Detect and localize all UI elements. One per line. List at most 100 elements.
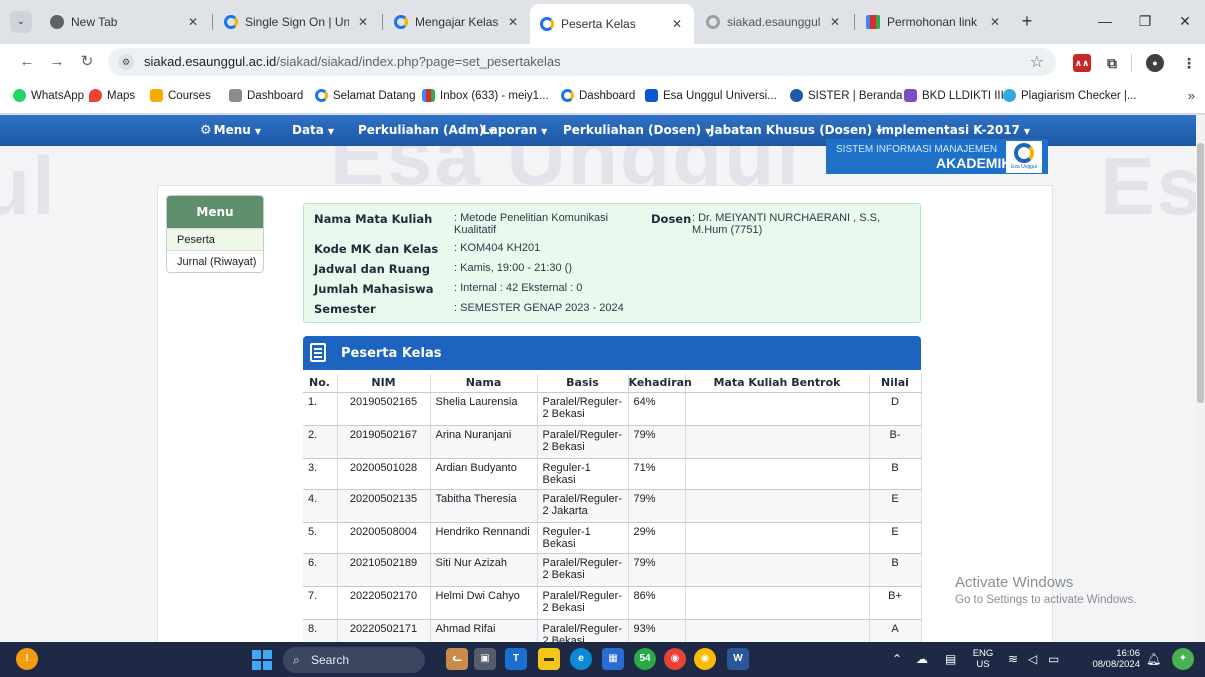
tab-single-sign-on[interactable]: Single Sign On | Unive ✕ (214, 6, 380, 38)
bookmark-esa-unggul[interactable]: Esa Unggul Universi... (645, 89, 777, 102)
close-tab-icon[interactable]: ✕ (670, 17, 684, 31)
site-favicon-icon (224, 15, 238, 29)
reload-icon[interactable]: ↻ (76, 51, 98, 73)
windows-start-icon[interactable] (252, 650, 272, 670)
language-indicator[interactable]: ENG US (970, 648, 996, 670)
cell-nama: Ardian Budyanto (430, 458, 538, 490)
tab-permohonan-link[interactable]: Permohonan link rep ✕ (856, 6, 1012, 38)
bookmark-inbox[interactable]: Inbox (633) - meiy1... (422, 89, 549, 102)
tab-mengajar-kelas[interactable]: Mengajar Kelas ✕ (384, 6, 530, 38)
bookmark-dashboard-2[interactable]: Dashboard (561, 89, 635, 102)
bookmark-courses[interactable]: Courses (150, 89, 211, 102)
task-view-icon[interactable]: ▣ (474, 648, 496, 670)
wifi-icon[interactable]: ≋ (1008, 652, 1018, 666)
close-tab-icon[interactable]: ✕ (356, 15, 370, 29)
restore-icon[interactable]: ❐ (1125, 8, 1165, 34)
bookmark-dashboard[interactable]: Dashboard (229, 89, 303, 102)
chrome-icon[interactable]: ◉ (664, 648, 686, 670)
close-tab-icon[interactable]: ✕ (988, 15, 1002, 29)
side-menu-item-peserta[interactable]: Peserta (167, 228, 263, 250)
close-tab-icon[interactable]: ✕ (186, 15, 200, 29)
cat-widget-icon[interactable]: ᓚ (446, 648, 468, 670)
address-bar[interactable]: ⚙ siakad.esaunggul.ac.id/siakad/siakad/i… (108, 48, 1056, 76)
word-icon[interactable]: W (727, 648, 749, 670)
copilot-icon[interactable]: ✦ (1172, 648, 1194, 670)
maps-pin-icon (89, 89, 102, 102)
taskbar-search-box[interactable]: ⌕ Search (283, 647, 425, 673)
nav-implementasi-k2017[interactable]: Implementasi K-2017 ▼ (877, 123, 1030, 137)
cell-no: 3. (303, 458, 338, 490)
bookmark-plagiarism-checker[interactable]: Plagiarism Checker |... (1003, 89, 1136, 102)
nav-menu[interactable]: ⚙ Menu ▼ (200, 123, 261, 138)
chrome-profile-icon[interactable]: ◉ (694, 648, 716, 670)
cell-basis: Paralel/Reguler-2 Bekasi (537, 553, 629, 587)
peserta-kelas-panel: Peserta Kelas No. NIM Nama Basis Kehadir… (303, 336, 922, 642)
store-icon[interactable]: ▦ (602, 648, 624, 670)
dosen-label: Dosen (651, 212, 692, 226)
bookmark-whatsapp[interactable]: WhatsApp (13, 89, 84, 102)
courses-icon (150, 89, 163, 102)
tray-chevron-up-icon[interactable]: ⌃ (892, 652, 902, 666)
bookmark-sister[interactable]: SISTER | Beranda (790, 89, 902, 102)
battery-icon[interactable]: ▭ (1048, 652, 1059, 666)
cell-nama: Tabitha Theresia (430, 489, 538, 523)
extensions-puzzle-icon[interactable]: ⧉ (1103, 54, 1121, 72)
page-scrollbar[interactable] (1196, 115, 1205, 642)
bookmarks-bar: WhatsApp Maps Courses Dashboard Selamat … (0, 80, 1205, 114)
table-row: 1. 20190502165 Shelia Laurensia Paralel/… (303, 392, 922, 426)
cell-kehadiran: 64% (628, 392, 686, 426)
jadwal-value: : Kamis, 19:00 - 21:30 () (454, 262, 572, 274)
file-explorer-icon[interactable]: ▬ (538, 648, 560, 670)
more-menu-icon[interactable]: ⋮ (1180, 54, 1198, 72)
cell-bentrok (685, 586, 870, 620)
tab-siakad[interactable]: siakad.esaunggul.ac.i ✕ (696, 6, 852, 38)
side-menu-title: Menu (167, 196, 263, 228)
sister-icon (790, 89, 803, 102)
bookmarks-overflow-icon[interactable]: » (1188, 88, 1195, 103)
close-tab-icon[interactable]: ✕ (506, 15, 520, 29)
table-row: 6. 20210502189 Siti Nur Azizah Paralel/R… (303, 553, 922, 587)
new-tab-plus-button[interactable]: + (1016, 11, 1038, 33)
back-arrow-icon[interactable]: ← (16, 51, 38, 73)
nav-perkuliahan-dosen[interactable]: Perkuliahan (Dosen) ▼ (563, 123, 711, 137)
nav-perkuliahan-adm[interactable]: Perkuliahan (Adm) ▼ (358, 123, 495, 137)
scrollbar-thumb[interactable] (1197, 143, 1204, 403)
cell-nim: 20190502165 (337, 392, 431, 426)
activate-windows-watermark: Activate Windows Go to Settings to activ… (955, 574, 1137, 606)
volume-icon[interactable]: ◁ (1028, 652, 1037, 666)
url-text: siakad.esaunggul.ac.id/siakad/siakad/ind… (144, 54, 561, 69)
site-favicon-icon (706, 15, 720, 29)
cell-nim: 20190502167 (337, 425, 431, 459)
extension-icon[interactable]: ∧∧ (1073, 54, 1091, 72)
minimize-icon[interactable]: — (1085, 8, 1125, 34)
close-window-icon[interactable]: ✕ (1165, 8, 1205, 34)
nav-data[interactable]: Data ▼ (292, 123, 334, 137)
jadwal-label: Jadwal dan Ruang (314, 262, 431, 276)
notification-bell-icon[interactable]: 🔔︎ (1146, 652, 1161, 666)
site-info-icon[interactable]: ⚙ (118, 54, 134, 70)
cloud-icon[interactable]: ☁ (916, 652, 928, 666)
forward-arrow-icon[interactable]: → (46, 51, 68, 73)
profile-avatar-icon[interactable]: ● (1146, 54, 1164, 72)
close-tab-icon[interactable]: ✕ (828, 15, 842, 29)
nav-laporan[interactable]: Laporan ▼ (482, 123, 547, 137)
column-header: NIM (337, 374, 431, 393)
keyboard-icon[interactable]: ▤ (945, 652, 956, 666)
weather-widget-icon[interactable]: ! (16, 648, 38, 670)
bookmark-maps[interactable]: Maps (89, 89, 135, 102)
bookmark-bkd-lldikti[interactable]: BKD LLDIKTI III (904, 89, 1004, 102)
bookmark-star-icon[interactable]: ☆ (1030, 52, 1044, 72)
teams-icon[interactable]: T (505, 648, 527, 670)
side-menu-item-jurnal[interactable]: Jurnal (Riwayat) (167, 250, 263, 272)
tab-new-tab[interactable]: New Tab ✕ (40, 6, 210, 38)
cell-nim: 20200508004 (337, 522, 431, 554)
cell-basis: Paralel/Reguler-2 Bekasi (537, 586, 629, 620)
whatsapp-app-icon[interactable]: 54 (634, 648, 656, 670)
nav-jabatan-khusus[interactable]: Jabatan Khusus (Dosen) ▼ (710, 123, 882, 137)
tab-search-button[interactable]: ⌄ (10, 11, 32, 33)
cell-kehadiran: 79% (628, 425, 686, 459)
edge-browser-icon[interactable]: e (570, 648, 592, 670)
tab-peserta-kelas[interactable]: Peserta Kelas ✕ (530, 4, 694, 44)
system-clock[interactable]: 16:06 08/08/2024 (1068, 648, 1140, 670)
bookmark-selamat-datang[interactable]: Selamat Datang (315, 89, 415, 102)
